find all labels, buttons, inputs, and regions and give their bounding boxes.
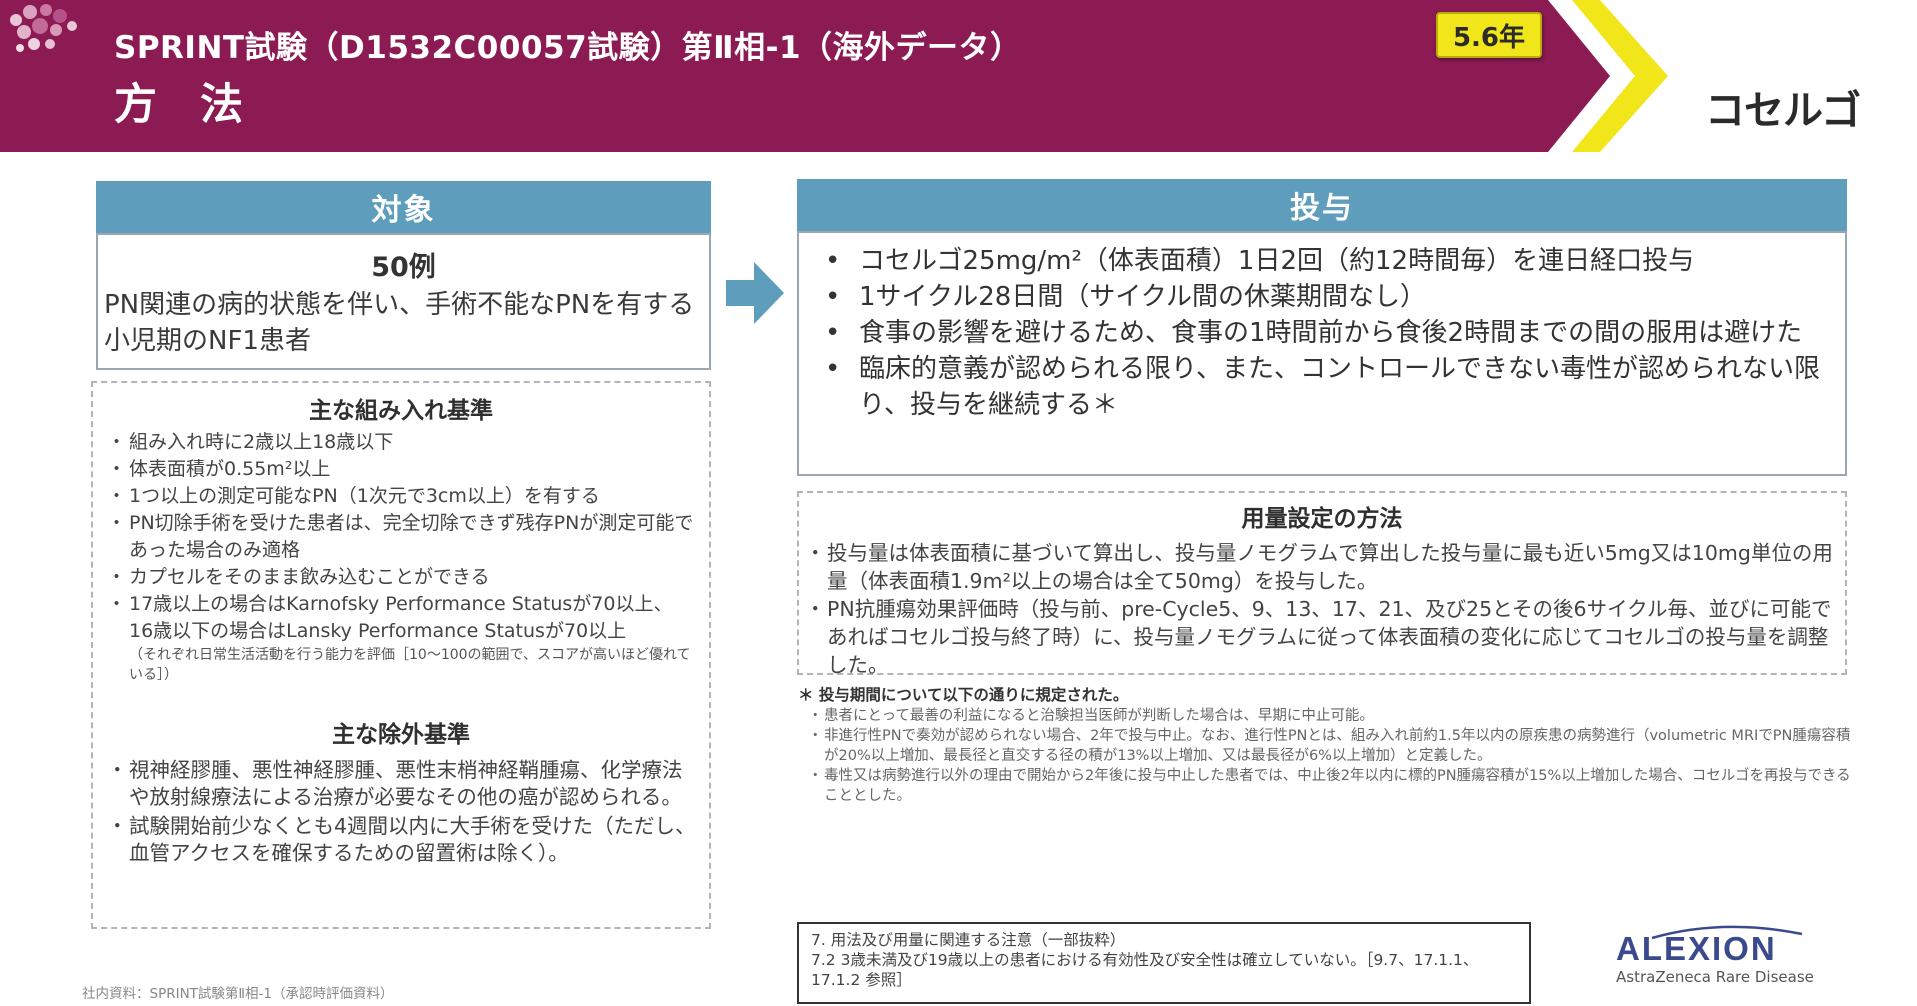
list-item: コセルゴ25mg/m²（体表面積）1日2回（約12時間毎）を連日経口投与 (821, 243, 1831, 279)
caution-heading: 7. 用法及び用量に関連する注意（一部抜粋） (811, 931, 1126, 949)
list-item-text: 17歳以上の場合はKarnofsky Performance Statusが70… (129, 593, 673, 642)
list-item: PN抗腫瘍効果評価時（投与前、pre-Cycle5、9、13、17、21、及び2… (805, 595, 1843, 679)
list-item: 投与量は体表面積に基づいて算出し、投与量ノモグラムで算出した投与量に最も近い5m… (805, 539, 1843, 595)
list-item: 食事の影響を避けるため、食事の1時間前から食後2時間までの間の服用は避けた (821, 315, 1831, 351)
target-description: PN関連の病的状態を伴い、手術不能なPNを有する小児期のNF1患者 (104, 290, 695, 356)
list-item: 毒性又は病勢進行以外の理由で開始から2年後に投与中止した患者では、中止後2年以内… (808, 766, 1858, 806)
dose-method-box: 用量設定の方法 投与量は体表面積に基づいて算出し、投与量ノモグラムで算出した投与… (797, 491, 1847, 677)
list-item: 視神経膠腫、悪性神経膠腫、悪性末梢神経鞘腫瘍、化学療法や放射線療法による治療が必… (107, 757, 696, 811)
inclusion-note: （それぞれ日常生活活動を行う能力を評価［10〜100の範囲で、スコアが高いほど優… (129, 647, 691, 683)
company-subtitle: AstraZeneca Rare Disease (1616, 968, 1814, 986)
list-item: PN切除手術を受けた患者は、完全切除できず残存PNが測定可能であった場合のみ適格 (107, 510, 696, 564)
list-item: 非進行性PNで奏効が認められない場合、2年で投与中止。なお、進行性PNとは、組み… (808, 726, 1858, 766)
source-note: 社内資料：SPRINT試験第Ⅱ相-1（承認時評価資料） (82, 986, 394, 1002)
footnote: ＊ 投与期間について以下の通りに規定された。 患者にとって最善の利益になると治験… (798, 684, 1858, 806)
caution-box: 7. 用法及び用量に関連する注意（一部抜粋） 7.2 3歳未満及び19歳以上の患… (797, 922, 1531, 1004)
company-logo: ALEXION (1616, 930, 1777, 967)
exclusion-heading: 主な除外基準 (332, 722, 470, 748)
patient-count: 50例 (371, 252, 436, 283)
brand-dots-icon (10, 4, 77, 52)
list-item: 体表面積が0.55m²以上 (107, 456, 696, 483)
year-badge: 5.6年 (1436, 12, 1542, 58)
exclusion-list: 視神経膠腫、悪性神経膠腫、悪性末梢神経鞘腫瘍、化学療法や放射線療法による治療が必… (107, 757, 696, 869)
footnote-list: 患者にとって最善の利益になると治験担当医師が判断した場合は、早期に中止可能。 非… (798, 706, 1858, 806)
list-item: 患者にとって最善の利益になると治験担当医師が判断した場合は、早期に中止可能。 (808, 706, 1858, 726)
list-item: 試験開始前少なくとも4週間以内に大手術を受けた（ただし、血管アクセスを確保するた… (107, 813, 696, 867)
footnote-heading: ＊ 投与期間について以下の通りに規定された。 (798, 686, 1129, 704)
dosing-heading: 投与 (797, 179, 1847, 231)
inclusion-heading: 主な組み入れ基準 (309, 398, 493, 424)
criteria-box: 主な組み入れ基準 組み入れ時に2歳以上18歳以下 体表面積が0.55m²以上 1… (91, 381, 711, 929)
arrow-right-icon (726, 262, 784, 324)
dose-method-list: 投与量は体表面積に基づいて算出し、投与量ノモグラムで算出した投与量に最も近い5m… (805, 539, 1843, 679)
list-item: 組み入れ時に2歳以上18歳以下 (107, 429, 696, 456)
dose-method-heading: 用量設定の方法 (1241, 506, 1403, 532)
list-item: 1つ以上の測定可能なPN（1次元で3cm以上）を有する (107, 483, 696, 510)
target-heading: 対象 (96, 181, 711, 233)
list-item: カプセルをそのまま飲み込むことができる (107, 564, 696, 591)
list-item: 1サイクル28日間（サイクル間の休薬期間なし） (821, 279, 1831, 315)
inclusion-list: 組み入れ時に2歳以上18歳以下 体表面積が0.55m²以上 1つ以上の測定可能な… (107, 429, 696, 685)
list-item: 臨床的意義が認められる限り、また、コントロールできない毒性が認められない限り、投… (821, 351, 1831, 423)
caution-text: 7.2 3歳未満及び19歳以上の患者における有効性及び安全性は確立していない。［… (811, 951, 1479, 989)
dosing-box: コセルゴ25mg/m²（体表面積）1日2回（約12時間毎）を連日経口投与 1サイ… (797, 231, 1847, 476)
header-banner: SPRINT試験（D1532C00057試験）第Ⅱ相-1（海外データ） 方 法 … (0, 0, 1917, 152)
brand-name: コセルゴ (1705, 88, 1861, 134)
slide-title: SPRINT試験（D1532C00057試験）第Ⅱ相-1（海外データ） (114, 30, 1022, 66)
dosing-list: コセルゴ25mg/m²（体表面積）1日2回（約12時間毎）を連日経口投与 1サイ… (821, 243, 1831, 423)
list-item: 17歳以上の場合はKarnofsky Performance Statusが70… (107, 591, 696, 685)
target-box: 50例 PN関連の病的状態を伴い、手術不能なPNを有する小児期のNF1患者 (96, 233, 711, 370)
